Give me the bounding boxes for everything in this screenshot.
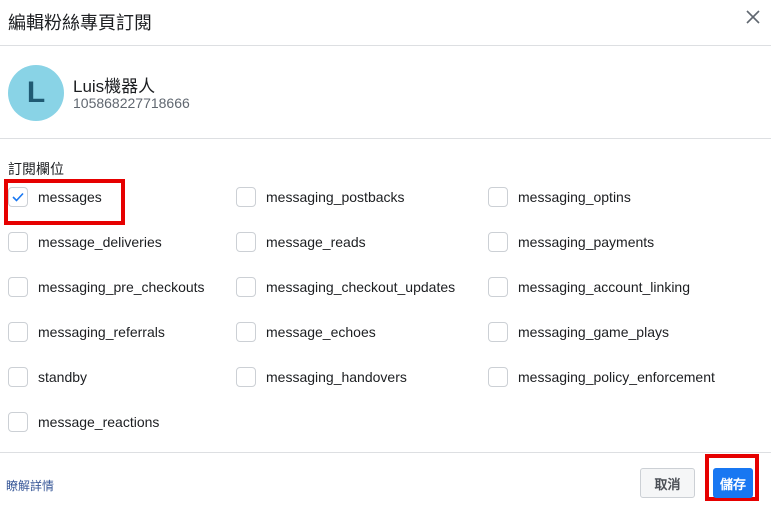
checkbox-label: messaging_optins	[518, 189, 631, 205]
checkbox-box[interactable]	[488, 232, 508, 252]
page-name: Luis機器人	[73, 77, 156, 96]
checkbox-message-reactions[interactable]: message_reactions	[8, 410, 159, 434]
checkbox-box[interactable]	[8, 277, 28, 297]
checkbox-messaging-postbacks[interactable]: messaging_postbacks	[236, 185, 405, 209]
checkbox-label: messaging_postbacks	[266, 189, 405, 205]
checkbox-box[interactable]	[8, 412, 28, 432]
checkbox-message-reads[interactable]: message_reads	[236, 230, 366, 254]
page-profile: L Luis機器人 105868227718666	[0, 46, 771, 139]
checkbox-box[interactable]	[8, 322, 28, 342]
subscription-fields-label: 訂閱欄位	[8, 161, 64, 177]
checkbox-messaging-policy-enforcement[interactable]: messaging_policy_enforcement	[488, 365, 715, 389]
checkbox-box[interactable]	[236, 367, 256, 387]
checkbox-messaging-optins[interactable]: messaging_optins	[488, 185, 631, 209]
checkbox-label: messaging_pre_checkouts	[38, 279, 205, 295]
save-button[interactable]: 儲存	[713, 468, 753, 498]
checkbox-box[interactable]	[8, 367, 28, 387]
checkbox-box[interactable]	[236, 187, 256, 207]
checkbox-label: message_deliveries	[38, 234, 162, 250]
checkbox-label: messaging_game_plays	[518, 324, 669, 340]
checkbox-label: messages	[38, 189, 102, 205]
dialog-title: 編輯粉絲專頁訂閱	[8, 13, 152, 33]
checkbox-label: messaging_payments	[518, 234, 655, 250]
avatar: L	[8, 65, 64, 121]
checkbox-label: message_echoes	[266, 324, 376, 340]
dialog-footer: 瞭解詳情 取消 儲存	[0, 452, 771, 507]
cancel-button[interactable]: 取消	[640, 468, 695, 498]
checkbox-label: messaging_policy_enforcement	[518, 369, 715, 385]
checkbox-box[interactable]	[8, 232, 28, 252]
checkbox-label: messaging_referrals	[38, 324, 165, 340]
checkbox-label: messaging_checkout_updates	[266, 279, 456, 295]
checkbox-box[interactable]	[236, 232, 256, 252]
checkbox-box[interactable]	[236, 322, 256, 342]
checkbox-messaging-handovers[interactable]: messaging_handovers	[236, 365, 407, 389]
checkbox-box[interactable]	[236, 277, 256, 297]
checkbox-messaging-account-linking[interactable]: messaging_account_linking	[488, 275, 690, 299]
checkbox-label: standby	[38, 369, 88, 385]
learn-more-link[interactable]: 瞭解詳情	[6, 477, 54, 494]
page-id: 105868227718666	[73, 95, 190, 111]
checkbox-box[interactable]	[488, 322, 508, 342]
checkbox-label: message_reactions	[38, 414, 160, 430]
checkbox-messaging-pre-checkouts[interactable]: messaging_pre_checkouts	[8, 275, 205, 299]
checkbox-box[interactable]	[488, 367, 508, 387]
checkmark-icon	[12, 192, 24, 202]
checkbox-box[interactable]	[488, 187, 508, 207]
checkbox-label: messaging_handovers	[266, 369, 407, 385]
checkbox-box[interactable]	[488, 277, 508, 297]
checkbox-standby[interactable]: standby	[8, 365, 87, 389]
checkbox-label: messaging_account_linking	[518, 279, 690, 295]
checkbox-checked-box[interactable]	[8, 187, 28, 207]
checkbox-messaging-referrals[interactable]: messaging_referrals	[8, 320, 165, 344]
checkbox-messaging-checkout-updates[interactable]: messaging_checkout_updates	[236, 275, 455, 299]
dialog-header: 編輯粉絲專頁訂閱	[0, 0, 771, 46]
checkbox-messaging-payments[interactable]: messaging_payments	[488, 230, 654, 254]
checkbox-message-deliveries[interactable]: message_deliveries	[8, 230, 162, 254]
close-icon[interactable]	[745, 9, 761, 25]
checkbox-messaging-game-plays[interactable]: messaging_game_plays	[488, 320, 669, 344]
checkbox-message-echoes[interactable]: message_echoes	[236, 320, 376, 344]
checkbox-messages[interactable]: messages	[8, 185, 102, 209]
checkbox-label: message_reads	[266, 234, 366, 250]
